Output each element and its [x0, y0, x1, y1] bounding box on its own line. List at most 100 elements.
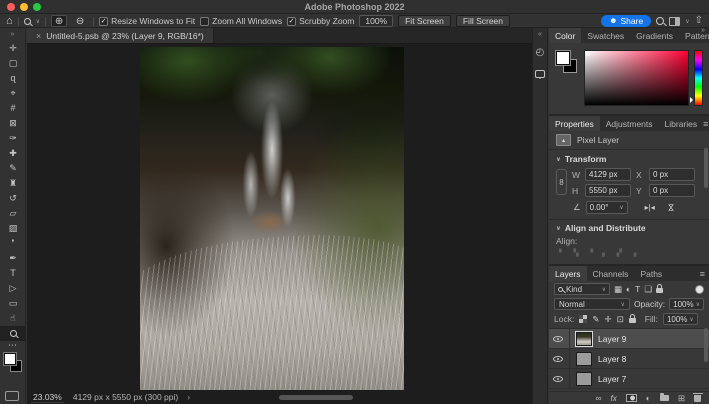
layer-row-layer8[interactable]: Layer 8 [549, 349, 709, 369]
height-field[interactable]: 5550 px [585, 184, 631, 197]
lock-artboard-icon[interactable]: ⊡ [617, 315, 624, 324]
horizontal-scrollbar[interactable] [279, 395, 353, 400]
resize-windows-checkbox[interactable]: ✓ [99, 17, 108, 26]
y-field[interactable]: 0 px [649, 184, 695, 197]
tab-swatches[interactable]: Swatches [581, 28, 630, 43]
layers-scrollbar[interactable] [704, 328, 708, 362]
zoom-out-button[interactable]: ⊖ [72, 15, 88, 27]
scrubby-zoom-checkbox[interactable]: ✓ [287, 17, 296, 26]
align-bottom-icon[interactable]: ▗ [631, 249, 636, 257]
search-icon[interactable] [656, 17, 664, 25]
edit-toolbar-icon[interactable]: ⋯ [0, 341, 25, 351]
shape-tool[interactable]: ▭ [0, 296, 26, 311]
new-layer-icon[interactable]: ⊞ [678, 394, 685, 403]
eyedropper-tool[interactable]: ✑ [0, 131, 26, 146]
visibility-eye-icon[interactable] [553, 356, 563, 362]
filter-group-icon[interactable]: ❏ [644, 285, 652, 294]
align-left-icon[interactable]: ▘ [559, 249, 564, 257]
export-icon[interactable]: ⇧ [695, 16, 703, 26]
document-tab[interactable]: × Untitled-5.psb @ 23% (Layer 9, RGB/16*… [27, 28, 214, 43]
layer-name[interactable]: Layer 9 [598, 334, 626, 344]
pen-tool[interactable]: ✒ [0, 251, 26, 266]
transform-section-header[interactable]: ∨ Transform [549, 150, 709, 166]
marquee-tool[interactable]: ▢ [0, 56, 26, 71]
fit-screen-button[interactable]: Fit Screen [398, 15, 451, 27]
foreground-color-swatch[interactable] [4, 353, 16, 365]
filter-type-icon[interactable]: T [635, 285, 640, 294]
close-window-button[interactable] [7, 3, 15, 11]
lock-position-icon[interactable]: ✛ [604, 315, 611, 324]
tab-paths[interactable]: Paths [634, 266, 668, 281]
layer-thumbnail[interactable] [576, 352, 592, 366]
type-tool[interactable]: T [0, 266, 26, 281]
tab-libraries[interactable]: Libraries [659, 116, 704, 131]
new-group-icon[interactable] [660, 395, 669, 401]
close-tab-icon[interactable]: × [36, 31, 41, 41]
lock-transparency-icon[interactable] [579, 315, 587, 323]
align-top-icon[interactable]: ▖ [602, 249, 607, 257]
filter-lock-icon[interactable] [656, 288, 663, 293]
collapse-panels-icon[interactable]: » [701, 27, 705, 34]
angle-field[interactable]: 0.00° ∨ [586, 201, 628, 214]
crop-tool[interactable]: # [0, 101, 26, 116]
chevron-down-icon[interactable]: ∨ [685, 18, 689, 25]
zoom-window-button[interactable] [33, 3, 41, 11]
align-right-icon[interactable]: ▝ [588, 249, 593, 257]
zoom-all-windows-checkbox[interactable] [200, 17, 209, 26]
hue-slider[interactable] [694, 50, 703, 106]
layer-thumbnail[interactable] [576, 372, 592, 386]
lock-all-icon[interactable] [629, 318, 636, 323]
align-center-h-icon[interactable]: ▚ [573, 249, 578, 257]
x-field[interactable]: 0 px [649, 168, 695, 181]
object-selection-tool[interactable]: ⌖ [0, 86, 26, 101]
history-brush-tool[interactable]: ↺ [0, 191, 26, 206]
align-center-v-icon[interactable]: ▞ [617, 249, 622, 257]
tab-color[interactable]: Color [549, 28, 581, 43]
delete-layer-icon[interactable] [694, 395, 701, 402]
blend-mode-select[interactable]: Normal ∨ [554, 298, 630, 310]
tab-adjustments[interactable]: Adjustments [600, 116, 659, 131]
zoom-tool-icon[interactable] [24, 18, 31, 25]
filter-adjustment-icon[interactable]: ◐ [626, 285, 631, 294]
layer-name[interactable]: Layer 8 [598, 354, 626, 364]
comments-icon[interactable] [533, 63, 547, 85]
chevron-down-icon[interactable]: ∨ [689, 316, 693, 323]
filter-kind-select[interactable]: Kind ∨ [554, 283, 610, 295]
saturation-picker[interactable] [584, 50, 689, 106]
zoom-all-windows-option[interactable]: Zoom All Windows [200, 16, 282, 26]
layer-row-layer9[interactable]: Layer 9 [549, 329, 709, 349]
path-selection-tool[interactable]: ▷ [0, 281, 26, 296]
link-layers-icon[interactable]: ∞ [595, 394, 601, 403]
hand-tool[interactable]: ☝ [0, 311, 26, 326]
layer-thumbnail[interactable] [576, 332, 592, 346]
hue-slider-marker[interactable] [690, 97, 696, 103]
tab-gradients[interactable]: Gradients [630, 28, 679, 43]
canvas[interactable] [27, 44, 532, 390]
chevron-down-icon[interactable]: ∨ [696, 301, 700, 308]
share-button[interactable]: ☻ Share [601, 15, 651, 27]
properties-scrollbar[interactable] [704, 148, 708, 188]
resize-windows-option[interactable]: ✓ Resize Windows to Fit [99, 16, 195, 26]
zoom-tool[interactable] [0, 326, 26, 341]
visibility-eye-icon[interactable] [553, 336, 563, 342]
gradient-tool[interactable]: ▨ [0, 221, 26, 236]
zoom-level-field[interactable]: 100% [359, 15, 393, 27]
visibility-eye-icon[interactable] [553, 376, 563, 382]
photo-waterfall[interactable] [140, 47, 404, 390]
blur-tool[interactable]: ❜ [0, 236, 26, 251]
chevron-down-icon[interactable]: ∨ [619, 204, 623, 211]
home-icon[interactable]: ⌂ [6, 16, 13, 26]
align-section-header[interactable]: ∨ Align and Distribute [549, 220, 709, 235]
layer-row-layer7[interactable]: Layer 7 [549, 369, 709, 389]
flip-vertical-icon[interactable]: ⋈ [666, 204, 675, 212]
healing-brush-tool[interactable]: ✚ [0, 146, 26, 161]
brush-tool[interactable]: ✎ [0, 161, 26, 176]
clone-stamp-tool[interactable]: ♜ [0, 176, 26, 191]
collapse-dock-icon[interactable]: « [533, 28, 547, 41]
status-chevron-icon[interactable]: › [187, 392, 190, 402]
workspace-icon[interactable] [669, 17, 680, 26]
fill-screen-button[interactable]: Fill Screen [456, 15, 510, 27]
status-zoom-field[interactable]: 23.03% [31, 392, 64, 403]
flip-horizontal-icon[interactable]: ▸|◂ [645, 203, 655, 212]
constrain-link-icon[interactable]: 8 [556, 169, 567, 195]
